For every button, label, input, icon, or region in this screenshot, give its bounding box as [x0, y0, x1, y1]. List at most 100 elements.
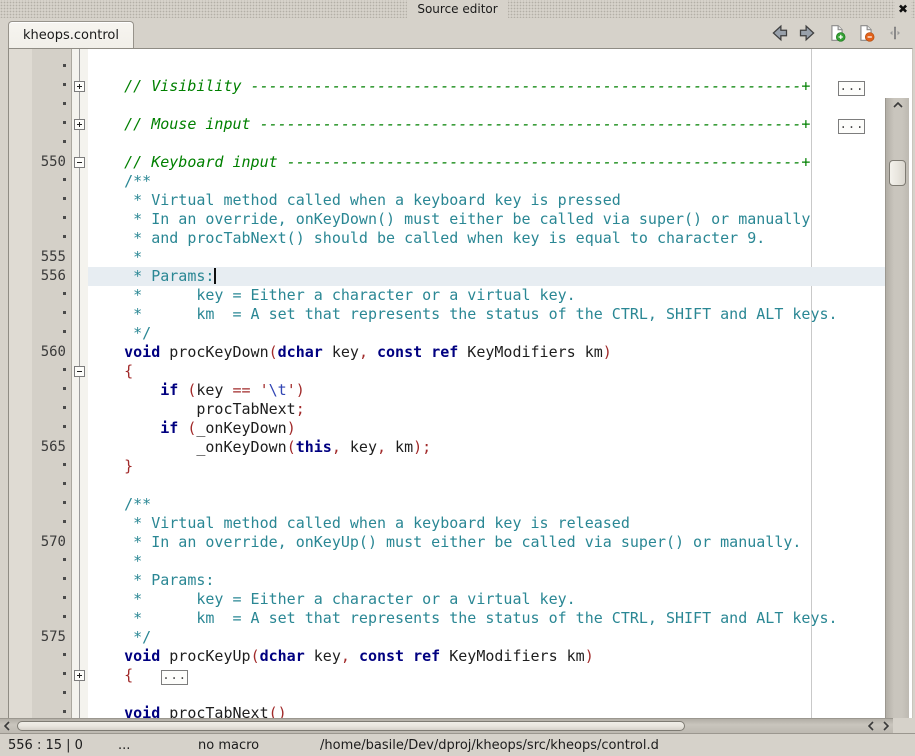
tab-kheops-control[interactable]: kheops.control: [8, 21, 134, 48]
code-text[interactable]: */: [88, 628, 888, 647]
scroll-left-button-2[interactable]: [864, 719, 878, 733]
code-line[interactable]: * Params:: [9, 571, 888, 590]
code-text[interactable]: procTabNext;: [88, 400, 888, 419]
left-arrow-icon: [769, 23, 789, 43]
close-icon[interactable]: ✖: [895, 0, 911, 18]
code-line[interactable]: void procKeyUp(dchar key, const ref KeyM…: [9, 647, 888, 666]
code-line[interactable]: procTabNext;: [9, 400, 888, 419]
code-text[interactable]: * km = A set that represents the status …: [88, 305, 888, 324]
fold-expand-icon[interactable]: [74, 81, 85, 92]
code-text[interactable]: [88, 476, 888, 495]
code-line[interactable]: * key = Either a character or a virtual …: [9, 590, 888, 609]
code-line[interactable]: if (key == '\t'): [9, 381, 888, 400]
code-text[interactable]: void procKeyDown(dchar key, const ref Ke…: [88, 343, 888, 362]
code-text[interactable]: }: [88, 457, 888, 476]
code-line[interactable]: * Virtual method called when a keyboard …: [9, 191, 888, 210]
code-text[interactable]: [88, 134, 888, 153]
close-document-button[interactable]: [856, 23, 876, 43]
code-line[interactable]: 570 * In an override, onKeyUp() must eit…: [9, 533, 888, 552]
code-line[interactable]: * In an override, onKeyDown() must eithe…: [9, 210, 888, 229]
code-text[interactable]: [88, 58, 888, 77]
code-line[interactable]: 565 _onKeyDown(this, key, km);: [9, 438, 888, 457]
code-text[interactable]: * key = Either a character or a virtual …: [88, 590, 888, 609]
code-line[interactable]: [9, 685, 888, 704]
code-line[interactable]: * key = Either a character or a virtual …: [9, 286, 888, 305]
code-text[interactable]: * km = A set that represents the status …: [88, 609, 888, 628]
new-document-button[interactable]: [827, 23, 847, 43]
code-text[interactable]: *: [88, 248, 888, 267]
code-line[interactable]: }: [9, 457, 888, 476]
code-line[interactable]: /**: [9, 172, 888, 191]
fold-gutter: [72, 96, 88, 115]
code-text[interactable]: void procTabNext(): [88, 704, 888, 718]
code-text[interactable]: // Keyboard input ----------------------…: [88, 153, 888, 172]
fold-expand-icon[interactable]: [74, 119, 85, 130]
code-editor[interactable]: // Visibility --------------------------…: [8, 48, 913, 718]
code-text[interactable]: * key = Either a character or a virtual …: [88, 286, 888, 305]
vertical-scrollbar[interactable]: [885, 98, 909, 718]
code-line[interactable]: 560 void procKeyDown(dchar key, const re…: [9, 343, 888, 362]
horizontal-scroll-thumb[interactable]: [17, 721, 685, 731]
code-line[interactable]: * km = A set that represents the status …: [9, 305, 888, 324]
code-line[interactable]: // Visibility --------------------------…: [9, 77, 888, 96]
code-text[interactable]: * Virtual method called when a keyboard …: [88, 191, 888, 210]
collapsed-fold-box[interactable]: ...: [838, 81, 865, 96]
fold-expand-icon[interactable]: [74, 670, 85, 681]
horizontal-scrollbar[interactable]: [0, 718, 893, 733]
code-text[interactable]: if (_onKeyDown): [88, 419, 888, 438]
code-line[interactable]: {...: [9, 666, 888, 685]
code-line[interactable]: {: [9, 362, 888, 381]
code-line[interactable]: [9, 58, 888, 77]
code-line[interactable]: 555 *: [9, 248, 888, 267]
code-line[interactable]: [9, 476, 888, 495]
fold-collapse-icon[interactable]: [74, 366, 85, 377]
code-text[interactable]: /**: [88, 172, 888, 191]
code-line[interactable]: *: [9, 552, 888, 571]
gutter-margin: [9, 134, 32, 153]
code-text[interactable]: [88, 685, 888, 704]
next-source-button[interactable]: [798, 23, 818, 43]
line-number: [32, 457, 72, 476]
code-text[interactable]: {: [88, 362, 888, 381]
code-text[interactable]: * Params:: [88, 267, 888, 286]
scroll-up-button[interactable]: [886, 98, 909, 112]
fold-gutter: [72, 248, 88, 267]
code-line[interactable]: * and procTabNext() should be called whe…: [9, 229, 888, 248]
code-line[interactable]: // Mouse input -------------------------…: [9, 115, 888, 134]
collapsed-fold-box[interactable]: ...: [161, 670, 188, 685]
scroll-right-button[interactable]: [879, 719, 893, 733]
code-text[interactable]: [88, 96, 888, 115]
code-line[interactable]: [9, 96, 888, 115]
code-line[interactable]: 575 */: [9, 628, 888, 647]
code-line[interactable]: * Virtual method called when a keyboard …: [9, 514, 888, 533]
code-line[interactable]: [9, 134, 888, 153]
code-text[interactable]: *: [88, 552, 888, 571]
code-text[interactable]: /**: [88, 495, 888, 514]
code-line[interactable]: * km = A set that represents the status …: [9, 609, 888, 628]
code-text[interactable]: void procKeyUp(dchar key, const ref KeyM…: [88, 647, 888, 666]
code-text[interactable]: * and procTabNext() should be called whe…: [88, 229, 888, 248]
code-text[interactable]: _onKeyDown(this, key, km);: [88, 438, 888, 457]
fold-gutter: [72, 514, 88, 533]
code-text[interactable]: * In an override, onKeyDown() must eithe…: [88, 210, 888, 229]
previous-source-button[interactable]: [769, 23, 789, 43]
code-line[interactable]: if (_onKeyDown): [9, 419, 888, 438]
code-line[interactable]: 556 * Params:: [9, 267, 888, 286]
fold-collapse-icon[interactable]: [74, 157, 85, 168]
collapsed-fold-box[interactable]: ...: [838, 119, 865, 134]
code-text[interactable]: // Visibility --------------------------…: [88, 77, 888, 96]
code-line[interactable]: /**: [9, 495, 888, 514]
split-view-button[interactable]: [885, 23, 905, 43]
code-text[interactable]: // Mouse input -------------------------…: [88, 115, 888, 134]
code-text[interactable]: * In an override, onKeyUp() must either …: [88, 533, 888, 552]
code-text[interactable]: if (key == '\t'): [88, 381, 888, 400]
code-text[interactable]: * Virtual method called when a keyboard …: [88, 514, 888, 533]
code-text[interactable]: {...: [88, 666, 888, 685]
code-line[interactable]: 550 // Keyboard input ------------------…: [9, 153, 888, 172]
code-line[interactable]: void procTabNext(): [9, 704, 888, 718]
scroll-left-button[interactable]: [0, 719, 14, 733]
code-text[interactable]: */: [88, 324, 888, 343]
code-text[interactable]: * Params:: [88, 571, 888, 590]
vertical-scroll-thumb[interactable]: [889, 160, 906, 186]
code-line[interactable]: */: [9, 324, 888, 343]
